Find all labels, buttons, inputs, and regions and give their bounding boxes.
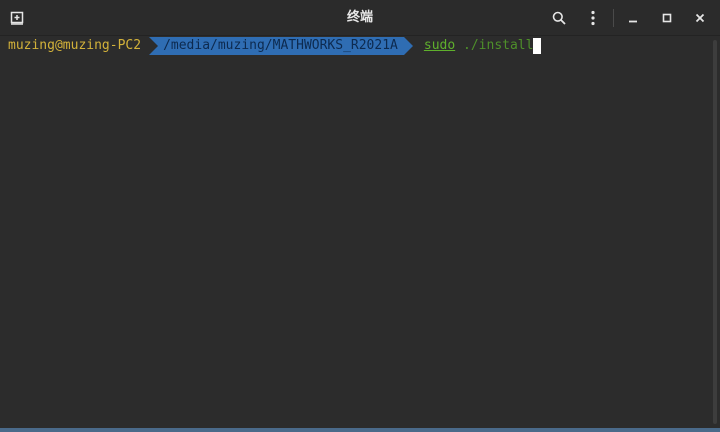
- scrollbar-thumb[interactable]: [713, 40, 717, 424]
- prompt-path: /media/muzing/MATHWORKS_R2021A: [149, 37, 413, 55]
- desktop-background-strip: [0, 428, 720, 432]
- menu-button[interactable]: [581, 6, 605, 30]
- search-icon: [552, 11, 566, 25]
- close-icon: [695, 13, 705, 23]
- terminal-output[interactable]: muzing@muzing-PC2 /media/muzing/MATHWORK…: [0, 36, 710, 428]
- prompt-user-host: muzing@muzing-PC2: [8, 38, 142, 53]
- minimize-icon: [628, 13, 638, 23]
- minimize-button[interactable]: [621, 6, 645, 30]
- terminal-window: 终端 muzing@muzing-PC2 /media/muzing/MATHW…: [0, 0, 720, 432]
- close-button[interactable]: [688, 6, 712, 30]
- kebab-menu-icon: [590, 10, 596, 26]
- maximize-button[interactable]: [655, 6, 679, 30]
- titlebar-separator: [613, 9, 614, 27]
- maximize-icon: [662, 13, 672, 23]
- command-sudo[interactable]: sudo: [424, 38, 455, 53]
- text-cursor: [533, 37, 542, 54]
- command-args: ./install: [463, 38, 534, 53]
- command-input[interactable]: sudo ./install: [424, 37, 542, 55]
- prompt-line: muzing@muzing-PC2 /media/muzing/MATHWORK…: [8, 37, 542, 55]
- vertical-scrollbar[interactable]: [710, 36, 720, 428]
- search-button[interactable]: [547, 6, 571, 30]
- title-bar[interactable]: 终端: [0, 0, 720, 36]
- window-title: 终端: [346, 10, 373, 25]
- new-tab-button[interactable]: [5, 6, 29, 30]
- new-tab-icon: [10, 11, 24, 25]
